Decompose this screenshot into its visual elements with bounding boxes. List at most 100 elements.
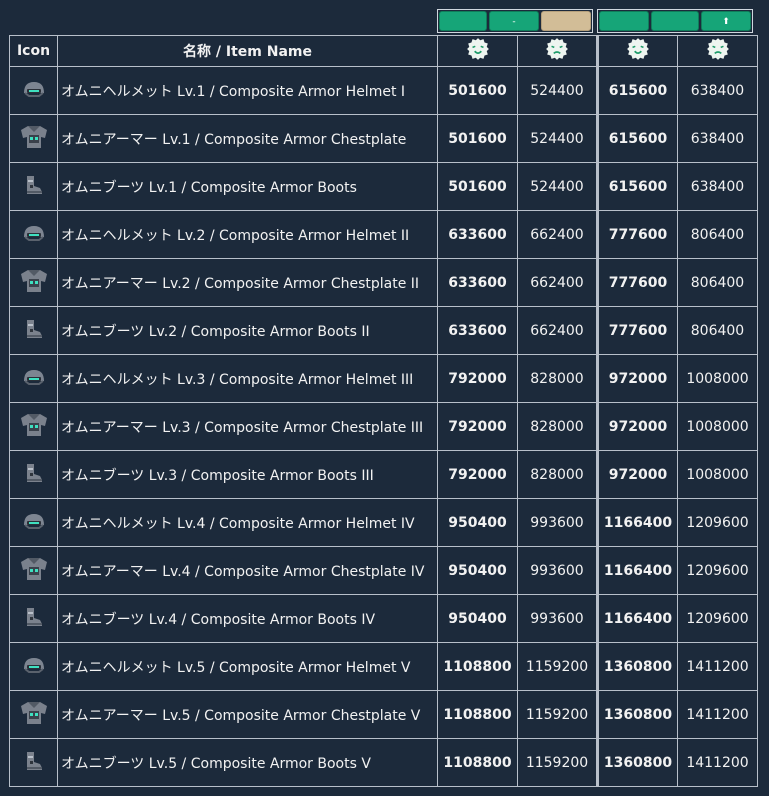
price-cell-1: 1108800 — [437, 738, 518, 787]
price-cell-4: 1411200 — [677, 642, 758, 691]
price-cell-4: 806400 — [677, 210, 758, 259]
item-name: オムニブーツ Lv.5 / Composite Armor Boots V — [57, 738, 438, 787]
price-cell-1: 633600 — [437, 210, 518, 259]
happy-face-icon — [466, 37, 490, 65]
sad-face-icon — [706, 37, 730, 65]
price-cell-2: 828000 — [517, 450, 598, 499]
table-row: オムニブーツ Lv.1 / Composite Armor Boots 50160… — [9, 162, 758, 211]
item-icon-cell — [9, 546, 58, 595]
price-cell-3: 1360800 — [596, 690, 678, 739]
toolbar-button-5[interactable] — [651, 11, 699, 31]
item-icon-cell — [9, 402, 58, 451]
toolbar-button-up[interactable]: ⬆ — [701, 11, 751, 31]
price-cell-4: 806400 — [677, 258, 758, 307]
price-cell-4: 1209600 — [677, 498, 758, 547]
item-icon-cell — [9, 258, 58, 307]
boots-icon — [23, 318, 45, 344]
chestplate-icon — [19, 268, 49, 298]
price-cell-1: 950400 — [437, 546, 518, 595]
item-name: オムニブーツ Lv.3 / Composite Armor Boots III — [57, 450, 438, 499]
price-cell-3: 777600 — [596, 258, 678, 307]
table-row: オムニアーマー Lv.1 / Composite Armor Chestplat… — [9, 114, 758, 163]
table-row: オムニアーマー Lv.5 / Composite Armor Chestplat… — [9, 690, 758, 739]
price-cell-1: 1108800 — [437, 642, 518, 691]
price-cell-2: 828000 — [517, 402, 598, 451]
price-cell-1: 792000 — [437, 450, 518, 499]
item-name: オムニブーツ Lv.2 / Composite Armor Boots II — [57, 306, 438, 355]
price-cell-4: 1008000 — [677, 354, 758, 403]
price-cell-1: 633600 — [437, 306, 518, 355]
face-column-header-2 — [517, 35, 598, 67]
item-name: オムニヘルメット Lv.3 / Composite Armor Helmet I… — [57, 354, 438, 403]
price-cell-1: 950400 — [437, 498, 518, 547]
toolbar-button-4[interactable] — [599, 11, 649, 31]
helmet-icon — [21, 223, 47, 247]
price-cell-4: 638400 — [677, 114, 758, 163]
price-cell-2: 524400 — [517, 66, 598, 115]
price-cell-1: 501600 — [437, 114, 518, 163]
price-cell-1: 633600 — [437, 258, 518, 307]
item-icon-cell — [9, 66, 58, 115]
helmet-icon — [21, 511, 47, 535]
item-name: オムニアーマー Lv.1 / Composite Armor Chestplat… — [57, 114, 438, 163]
item-name: オムニアーマー Lv.5 / Composite Armor Chestplat… — [57, 690, 438, 739]
table-row: オムニヘルメット Lv.3 / Composite Armor Helmet I… — [9, 354, 758, 403]
price-cell-4: 806400 — [677, 306, 758, 355]
price-cell-2: 662400 — [517, 210, 598, 259]
boots-icon — [23, 174, 45, 200]
table-row: オムニアーマー Lv.3 / Composite Armor Chestplat… — [9, 402, 758, 451]
chestplate-icon — [19, 124, 49, 154]
item-name: オムニブーツ Lv.4 / Composite Armor Boots IV — [57, 594, 438, 643]
price-cell-1: 501600 — [437, 162, 518, 211]
price-cell-2: 828000 — [517, 354, 598, 403]
name-column-header: 名称 / Item Name — [57, 35, 438, 67]
item-icon-cell — [9, 450, 58, 499]
face-column-header-4 — [677, 35, 758, 67]
happy-face-icon — [626, 37, 650, 65]
item-icon-cell — [9, 642, 58, 691]
item-name: オムニアーマー Lv.4 / Composite Armor Chestplat… — [57, 546, 438, 595]
item-icon-cell — [9, 738, 58, 787]
table-row: オムニアーマー Lv.2 / Composite Armor Chestplat… — [9, 258, 758, 307]
boots-icon — [23, 462, 45, 488]
price-cell-2: 1159200 — [517, 690, 598, 739]
toolbar-button-3[interactable] — [541, 11, 591, 31]
price-cell-4: 1411200 — [677, 738, 758, 787]
item-table: Icon 名称 / Item Name オムニヘルメット Lv.1 / Comp… — [9, 35, 758, 787]
helmet-icon — [21, 79, 47, 103]
item-name: オムニヘルメット Lv.1 / Composite Armor Helmet I — [57, 66, 438, 115]
price-cell-4: 1008000 — [677, 402, 758, 451]
price-cell-3: 777600 — [596, 306, 678, 355]
table-row: オムニブーツ Lv.3 / Composite Armor Boots III 7… — [9, 450, 758, 499]
price-cell-3: 1166400 — [596, 546, 678, 595]
toolbar-button-1[interactable] — [439, 11, 487, 31]
item-name: オムニブーツ Lv.1 / Composite Armor Boots — [57, 162, 438, 211]
item-name: オムニヘルメット Lv.2 / Composite Armor Helmet I… — [57, 210, 438, 259]
item-icon-cell — [9, 498, 58, 547]
price-cell-3: 615600 — [596, 114, 678, 163]
table-row: オムニブーツ Lv.5 / Composite Armor Boots V 110… — [9, 738, 758, 787]
item-icon-cell — [9, 354, 58, 403]
price-cell-2: 662400 — [517, 306, 598, 355]
price-cell-2: 993600 — [517, 594, 598, 643]
price-cell-4: 1209600 — [677, 594, 758, 643]
item-icon-cell — [9, 690, 58, 739]
item-name: オムニヘルメット Lv.5 / Composite Armor Helmet V — [57, 642, 438, 691]
item-icon-cell — [9, 594, 58, 643]
price-cell-2: 662400 — [517, 258, 598, 307]
price-cell-4: 1411200 — [677, 690, 758, 739]
price-cell-2: 993600 — [517, 498, 598, 547]
chestplate-icon — [19, 412, 49, 442]
price-cell-1: 1108800 — [437, 690, 518, 739]
button-group-2: ⬆ — [597, 9, 753, 33]
table-body: オムニヘルメット Lv.1 / Composite Armor Helmet I… — [9, 66, 758, 787]
toolbar-button-minus[interactable]: - — [489, 11, 539, 31]
helmet-icon — [21, 655, 47, 679]
item-icon-cell — [9, 306, 58, 355]
price-cell-2: 1159200 — [517, 738, 598, 787]
price-cell-4: 1008000 — [677, 450, 758, 499]
price-cell-1: 501600 — [437, 66, 518, 115]
table-row: オムニヘルメット Lv.5 / Composite Armor Helmet V… — [9, 642, 758, 691]
price-cell-1: 792000 — [437, 402, 518, 451]
price-cell-3: 972000 — [596, 354, 678, 403]
